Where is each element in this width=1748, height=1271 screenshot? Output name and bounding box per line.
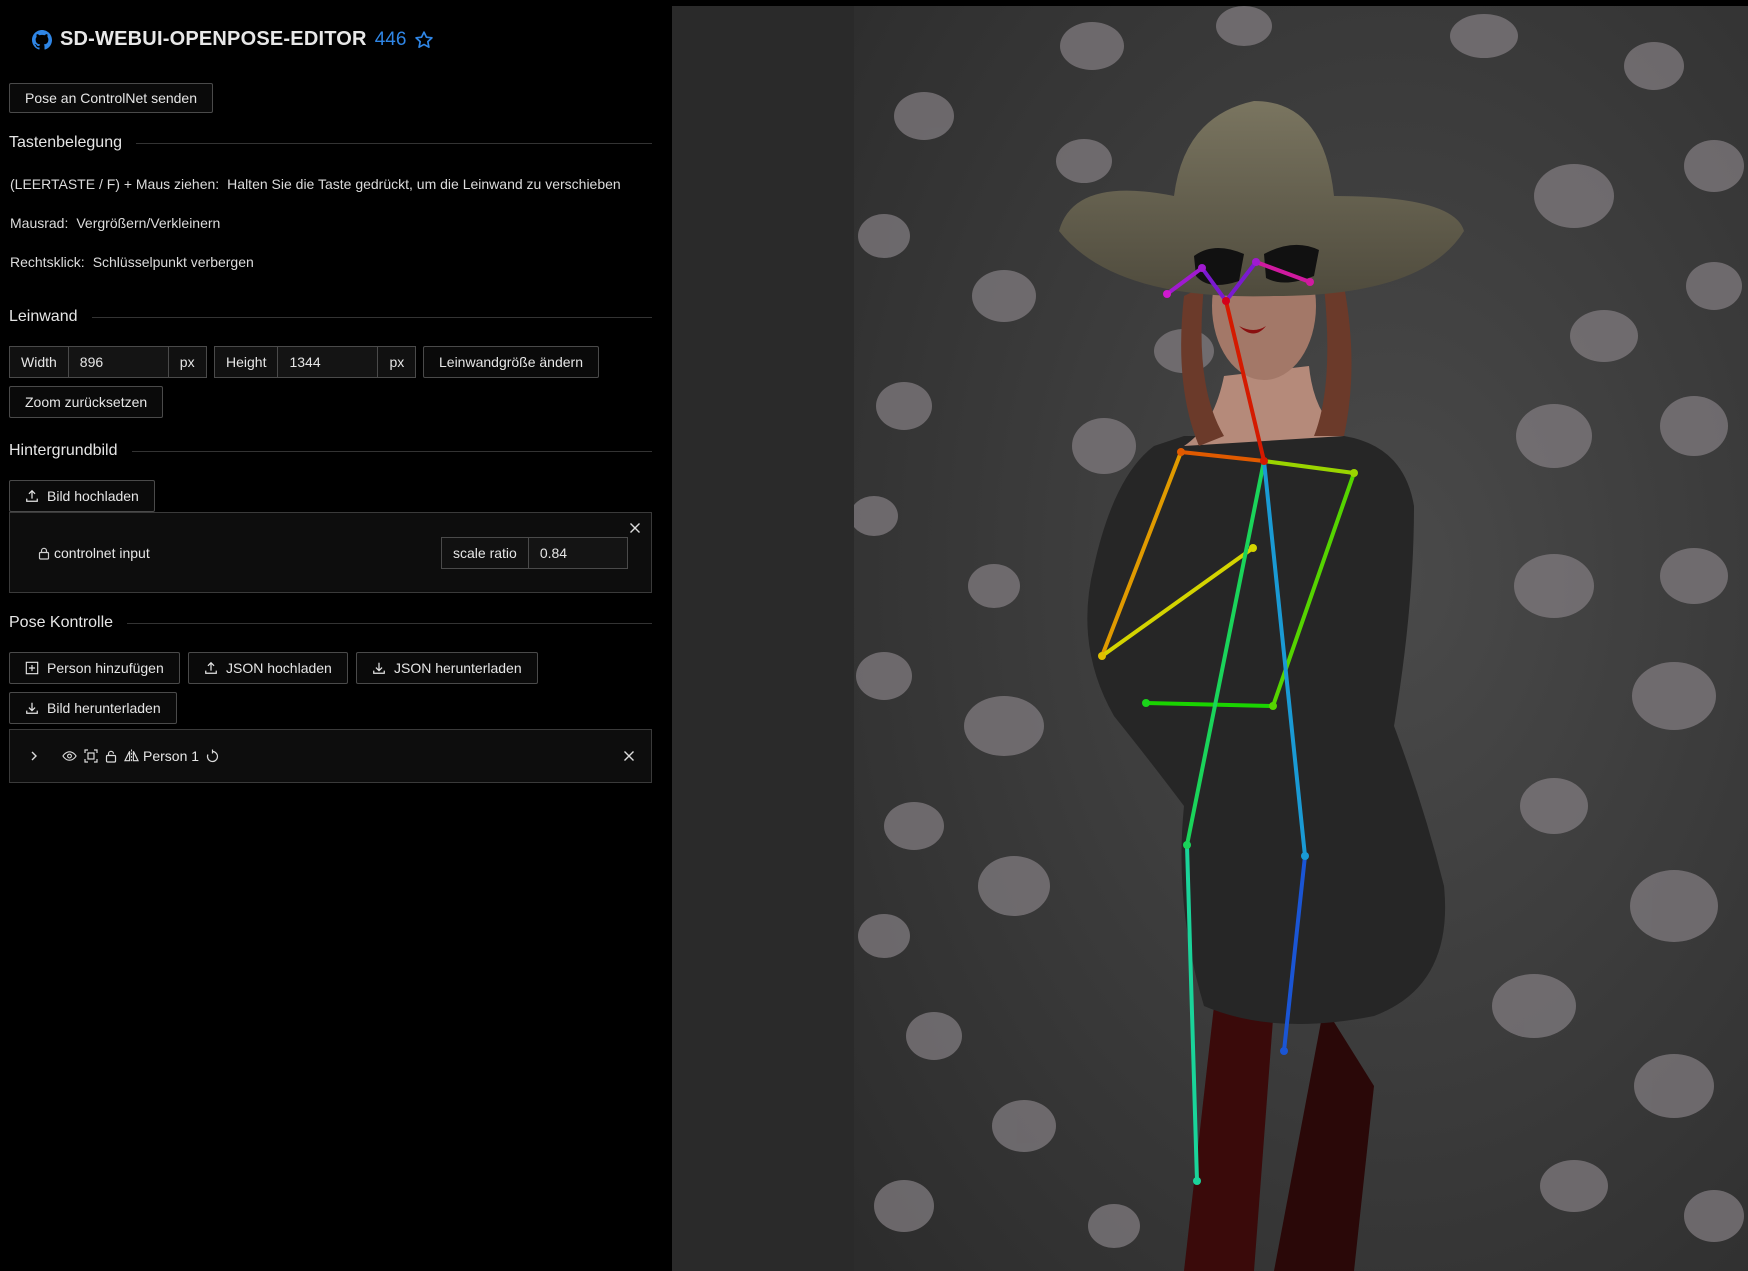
unlock-icon[interactable] [105,750,117,763]
divider [127,622,652,624]
background-photo [854,6,1748,1271]
scale-ratio-label: scale ratio [441,537,529,569]
height-unit: px [378,346,417,378]
download-icon [373,662,385,674]
scale-ratio-input[interactable]: 0.84 [528,537,628,569]
reset-zoom-label: Zoom zurücksetzen [25,394,148,410]
upload-image-label: Bild hochladen [47,488,139,504]
width-input[interactable]: 896 [68,346,169,378]
height-input[interactable]: 1344 [278,346,379,378]
download-json-button[interactable]: JSON herunterladen [356,652,538,684]
plus-square-icon [25,661,39,675]
keybinding-key: (LEERTASTE / F) + Maus ziehen: [10,176,220,192]
width-input-group: Width 896 px [9,346,207,378]
background-image-item: controlnet input scale ratio 0.84 [9,512,652,593]
download-image-label: Bild herunterladen [47,700,161,716]
person-label: Person 1 [143,748,200,764]
keybinding-pan: (LEERTASTE / F) + Maus ziehen: Halten Sie… [10,176,621,192]
github-icon[interactable] [32,29,52,50]
height-input-group: Height 1344 px [214,346,417,378]
background-title: Hintergrundbild [9,442,118,459]
keybindings-section-header: Tastenbelegung [9,134,652,152]
keybinding-desc: Schlüsselpunkt verbergen [92,254,254,270]
add-person-label: Person hinzufügen [47,660,164,676]
background-image-label: controlnet input [54,545,150,561]
download-image-button[interactable]: Bild herunterladen [9,692,177,724]
keybindings-title: Tastenbelegung [9,134,122,151]
star-count[interactable]: 446 [375,29,407,51]
height-label: Height [214,346,279,378]
upload-json-label: JSON hochladen [226,660,332,676]
send-to-controlnet-label: Pose an ControlNet senden [25,90,197,106]
keybinding-key: Rechtsklick: [10,254,85,270]
reset-zoom-button[interactable]: Zoom zurücksetzen [9,386,164,418]
reset-icon[interactable] [206,749,219,763]
eye-icon[interactable] [62,750,77,762]
keybinding-hide: Rechtsklick: Schlüsselpunkt verbergen [10,254,254,270]
resize-canvas-button[interactable]: Leinwandgröße ändern [423,346,599,378]
chevron-right-icon[interactable] [28,750,40,762]
keybinding-key: Mausrad: [10,215,69,231]
pose-canvas[interactable] [672,6,1748,1271]
header: SD-WEBUI-OPENPOSE-EDITOR 446 [32,28,434,51]
pose-title: Pose Kontrolle [9,614,114,631]
close-icon[interactable] [629,522,641,534]
select-all-icon[interactable] [84,749,98,763]
download-json-label: JSON herunterladen [394,660,522,676]
download-icon [26,702,38,714]
person-row: Person 1 [28,748,219,764]
lock-icon[interactable] [38,547,50,560]
canvas-title: Leinwand [9,308,78,325]
resize-canvas-label: Leinwandgröße ändern [439,354,583,370]
keybinding-zoom: Mausrad: Vergrößern/Verkleinern [10,215,220,231]
keybinding-desc: Halten Sie die Taste gedrückt, um die Le… [227,176,621,192]
background-image-row: controlnet input [38,545,150,561]
keybinding-desc: Vergrößern/Verkleinern [76,215,221,231]
background-section-header: Hintergrundbild [9,442,652,460]
divider [131,450,652,452]
upload-icon [26,489,38,502]
flip-icon[interactable] [124,749,139,763]
star-icon[interactable] [414,30,434,50]
scale-ratio-group: scale ratio 0.84 [441,537,628,569]
pose-section-header: Pose Kontrolle [9,614,652,632]
divider [91,316,652,318]
upload-icon [205,661,217,674]
canvas-background [672,6,854,1271]
person-item: Person 1 [9,729,652,783]
upload-json-button[interactable]: JSON hochladen [188,652,348,684]
close-icon[interactable] [623,750,635,762]
upload-image-button[interactable]: Bild hochladen [9,480,155,512]
divider [135,142,652,144]
width-label: Width [9,346,69,378]
add-person-button[interactable]: Person hinzufügen [9,652,180,684]
width-unit: px [168,346,207,378]
sidebar: SD-WEBUI-OPENPOSE-EDITOR 446 Pose an Con… [0,0,670,1271]
canvas-section-header: Leinwand [9,308,652,326]
send-to-controlnet-button[interactable]: Pose an ControlNet senden [9,83,213,113]
app-title[interactable]: SD-WEBUI-OPENPOSE-EDITOR [60,28,367,51]
background-image [854,6,1748,1271]
